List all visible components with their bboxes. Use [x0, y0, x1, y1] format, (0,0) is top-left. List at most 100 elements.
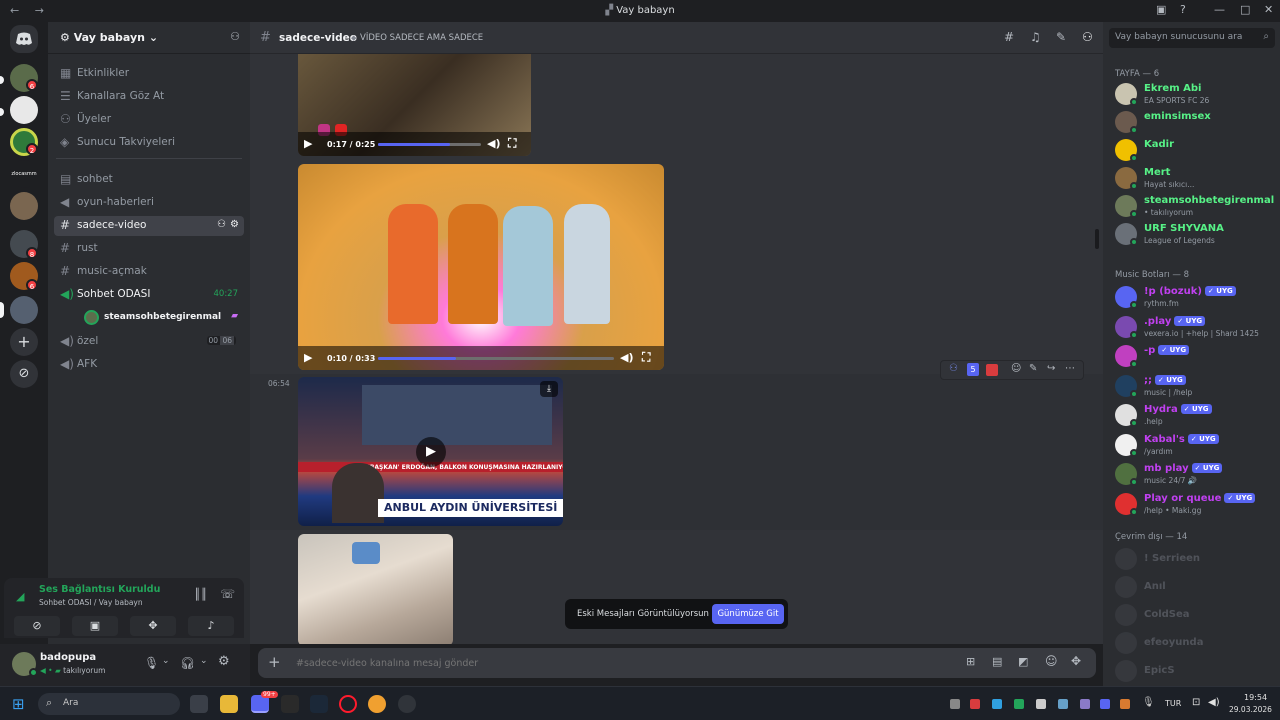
chevron-down-icon[interactable]: ⌄: [162, 656, 170, 666]
member-item[interactable]: steamsohbetegirenmal • takılıyorum: [1113, 193, 1274, 221]
tray-icon[interactable]: [992, 699, 1002, 709]
scrollbar-thumb[interactable]: [1095, 229, 1099, 249]
video-progress-bar[interactable]: [378, 357, 614, 360]
member-item[interactable]: Mert Hayat sıkıcı...: [1113, 165, 1273, 193]
member-item[interactable]: Kabal's ✓ UYG/yardım: [1113, 432, 1273, 460]
tray-icon[interactable]: [1014, 699, 1024, 709]
channel-topic[interactable]: VİDEO SADECE AMA SADECE: [360, 33, 483, 43]
member-item[interactable]: ;; ✓ UYG music | /help: [1113, 373, 1273, 401]
activities-button[interactable]: ✥: [130, 616, 176, 636]
tray-icon[interactable]: [1036, 699, 1046, 709]
channel-sohbet[interactable]: ▤ sohbet: [54, 170, 244, 190]
add-server-icon[interactable]: +: [10, 328, 38, 356]
epic-games-icon[interactable]: [281, 695, 299, 713]
members-item[interactable]: ⚇ Üyeler: [54, 110, 244, 130]
fullscreen-icon[interactable]: ⛶: [508, 136, 516, 151]
emoji-icon[interactable]: ☺: [1045, 654, 1058, 668]
member-item[interactable]: Anıl: [1113, 574, 1273, 602]
server-boosts-item[interactable]: ◈ Sunucu Takviyeleri: [54, 133, 244, 153]
search-input[interactable]: Vay babayn sunucusunu ara ⌕: [1109, 28, 1275, 48]
steam-icon[interactable]: [310, 695, 328, 713]
more-icon[interactable]: ⋯: [1065, 363, 1075, 374]
member-item[interactable]: .play ✓ UYG vexera.io | +help | Shard 1425: [1113, 314, 1273, 342]
gift-icon[interactable]: ⊞: [966, 655, 975, 668]
settings-gear-icon[interactable]: ⚙: [218, 654, 230, 669]
channel-rust[interactable]: # rust: [54, 239, 244, 259]
play-button[interactable]: ▶: [416, 437, 446, 467]
file-explorer-icon[interactable]: [220, 695, 238, 713]
inbox-icon[interactable]: ▣: [1156, 3, 1166, 16]
discover-icon[interactable]: ⊘: [10, 360, 38, 388]
tray-icon[interactable]: [1120, 699, 1130, 709]
add-reaction-icon[interactable]: ☺: [1011, 363, 1021, 374]
server-header[interactable]: ⚙ Vay babayn ⌄ ⚇: [48, 22, 250, 54]
microphone-icon[interactable]: 🎙︎: [144, 656, 159, 670]
member-item[interactable]: -p ✓ UYG: [1113, 343, 1273, 371]
threads-icon[interactable]: #: [1004, 30, 1014, 44]
microphone-tray-icon[interactable]: 🎙︎: [1142, 697, 1155, 708]
tray-icon[interactable]: [950, 699, 960, 709]
discord-home-icon[interactable]: [10, 25, 38, 53]
server-icon-4[interactable]: zlocasmm: [10, 160, 38, 188]
video-attachment[interactable]: ▶ 0:10 / 0:33 ◀) ⛶: [298, 164, 664, 370]
headphones-icon[interactable]: 🎧︎: [180, 656, 195, 670]
video-progress-bar[interactable]: [378, 143, 481, 146]
member-item[interactable]: Ekrem Abi EA SPORTS FC 26: [1113, 81, 1273, 109]
volume-icon[interactable]: ◀): [1208, 697, 1220, 708]
soundboard-button[interactable]: ♪: [188, 616, 234, 636]
chevron-down-icon[interactable]: ⌄: [200, 656, 208, 666]
member-item[interactable]: URF SHYVANA League of Legends: [1113, 221, 1273, 249]
server-icon-5[interactable]: [10, 192, 38, 220]
jump-to-present-button[interactable]: Günümüze Git: [712, 604, 784, 624]
pin-icon[interactable]: ✎: [1056, 30, 1066, 44]
fullscreen-icon[interactable]: ⛶: [642, 350, 650, 365]
tray-icon[interactable]: [1058, 699, 1068, 709]
network-icon[interactable]: ⊡: [1192, 697, 1200, 708]
member-item[interactable]: efeoyunda: [1113, 630, 1273, 658]
server-icon-2[interactable]: [10, 96, 38, 124]
voice-member[interactable]: steamsohbetegirenmal ▰: [54, 307, 244, 329]
screen-share-button[interactable]: ▣: [72, 616, 118, 636]
play-icon[interactable]: ▶: [304, 137, 312, 150]
member-list-icon[interactable]: ⚇: [1082, 30, 1093, 44]
edit-icon[interactable]: ✎: [1029, 363, 1037, 374]
signal-icon[interactable]: ◢: [16, 590, 24, 603]
tray-icon[interactable]: [1100, 699, 1110, 709]
gear-icon[interactable]: ⚙: [230, 219, 239, 230]
channel-music-acmak[interactable]: # music-açmak: [54, 262, 244, 282]
member-item[interactable]: !p (bozuk) ✓ UYG rythm.fm: [1113, 284, 1273, 312]
opera-icon[interactable]: [339, 695, 357, 713]
events-item[interactable]: ▦ Etkinlikler: [54, 64, 244, 84]
browse-channels-item[interactable]: ☰ Kanallara Göz At: [54, 87, 244, 107]
member-item[interactable]: ! Serrieen: [1113, 546, 1273, 574]
tray-icon[interactable]: [1080, 699, 1090, 709]
download-icon[interactable]: ⤓: [540, 381, 558, 397]
attach-plus-icon[interactable]: +: [268, 653, 281, 671]
member-item[interactable]: Kadir: [1113, 137, 1273, 165]
tray-icon[interactable]: [970, 699, 980, 709]
app-icon[interactable]: [398, 695, 416, 713]
channel-afk[interactable]: ◀) AFK: [54, 355, 244, 375]
close-icon[interactable]: ✕: [1264, 3, 1273, 16]
video-attachment[interactable]: [298, 534, 453, 644]
gif-icon[interactable]: ▤: [992, 655, 1002, 668]
member-item[interactable]: Hydra ✓ UYG .help: [1113, 402, 1273, 430]
voice-channel-sohbet-odasi[interactable]: ◀) Sohbet ODASI 40:27: [54, 285, 244, 305]
disconnect-icon[interactable]: ☏: [220, 587, 235, 601]
volume-icon[interactable]: ◀): [487, 137, 501, 150]
windows-start-icon[interactable]: ⊞: [12, 695, 25, 713]
bell-icon[interactable]: ♫: [1030, 30, 1041, 44]
channel-oyun-haberleri[interactable]: ◀ oyun-haberleri: [54, 193, 244, 213]
member-item[interactable]: mb play ✓ UYG music 24/7 🔊: [1113, 461, 1273, 489]
member-item[interactable]: EpicS: [1113, 658, 1273, 686]
language-indicator[interactable]: TUR: [1165, 699, 1181, 708]
forward-icon[interactable]: ↪: [1047, 363, 1055, 374]
apps-icon[interactable]: ✥: [1071, 654, 1081, 668]
volume-icon[interactable]: ◀): [620, 351, 634, 364]
reaction-count[interactable]: 5: [967, 363, 979, 376]
taskbar-search[interactable]: ⌕ Ara: [38, 693, 180, 715]
voice-location[interactable]: Sohbet ODASI / Vay babayn: [39, 598, 143, 607]
noise-suppression-icon[interactable]: ║║: [194, 588, 207, 601]
server-icon-8[interactable]: [10, 296, 38, 324]
chrome-icon[interactable]: [368, 695, 386, 713]
